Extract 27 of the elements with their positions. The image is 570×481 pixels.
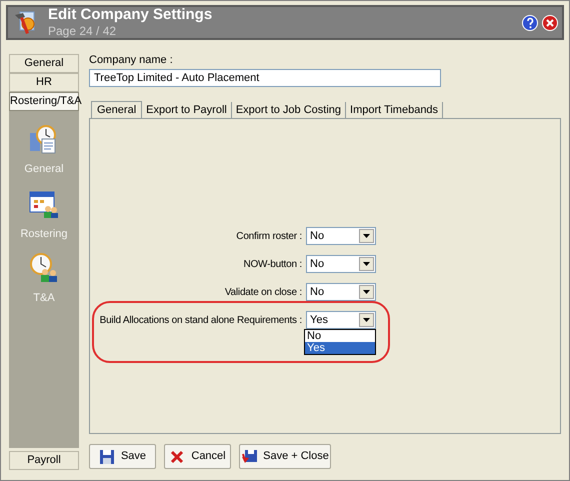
save-close-button[interactable]: Save + Close — [239, 444, 331, 469]
cancel-button[interactable]: Cancel — [164, 444, 231, 469]
dropdown[interactable]: No — [306, 283, 376, 301]
field-label: NOW-button : — [243, 258, 302, 272]
close-icon[interactable] — [542, 14, 558, 30]
dropdown-option[interactable]: Yes — [305, 342, 375, 354]
sidebar-section-tab[interactable]: General — [9, 54, 79, 73]
page-indicator: Page 24 / 42 — [48, 24, 118, 40]
field-label: Confirm roster : — [236, 230, 302, 244]
field-label: Build Allocations on stand alone Requirements : — [100, 314, 302, 328]
dropdown[interactable]: No — [306, 227, 376, 245]
cross-icon — [169, 448, 186, 464]
sidebar-section-tab[interactable]: Payroll — [9, 451, 79, 470]
dropdown[interactable]: No — [306, 255, 376, 273]
window-title: Edit Company Settings — [48, 6, 212, 24]
tab[interactable]: General — [91, 101, 142, 119]
company-name-field[interactable]: TreeTop Limited - Auto Placement — [89, 69, 441, 87]
help-icon[interactable] — [522, 14, 538, 30]
clock-people-icon[interactable] — [28, 252, 60, 284]
sidebar-section-tab[interactable]: Rostering/T&A — [9, 92, 79, 111]
save-button[interactable]: Save — [89, 444, 156, 469]
dropdown[interactable]: Yes — [306, 311, 376, 329]
field-label: Company name : — [89, 55, 174, 66]
floppy-arrow-icon — [241, 448, 258, 464]
field-label: Validate on close : — [224, 286, 302, 300]
sidebar-section-tab[interactable]: HR — [9, 73, 79, 92]
dropdown-option[interactable]: No — [305, 330, 375, 342]
